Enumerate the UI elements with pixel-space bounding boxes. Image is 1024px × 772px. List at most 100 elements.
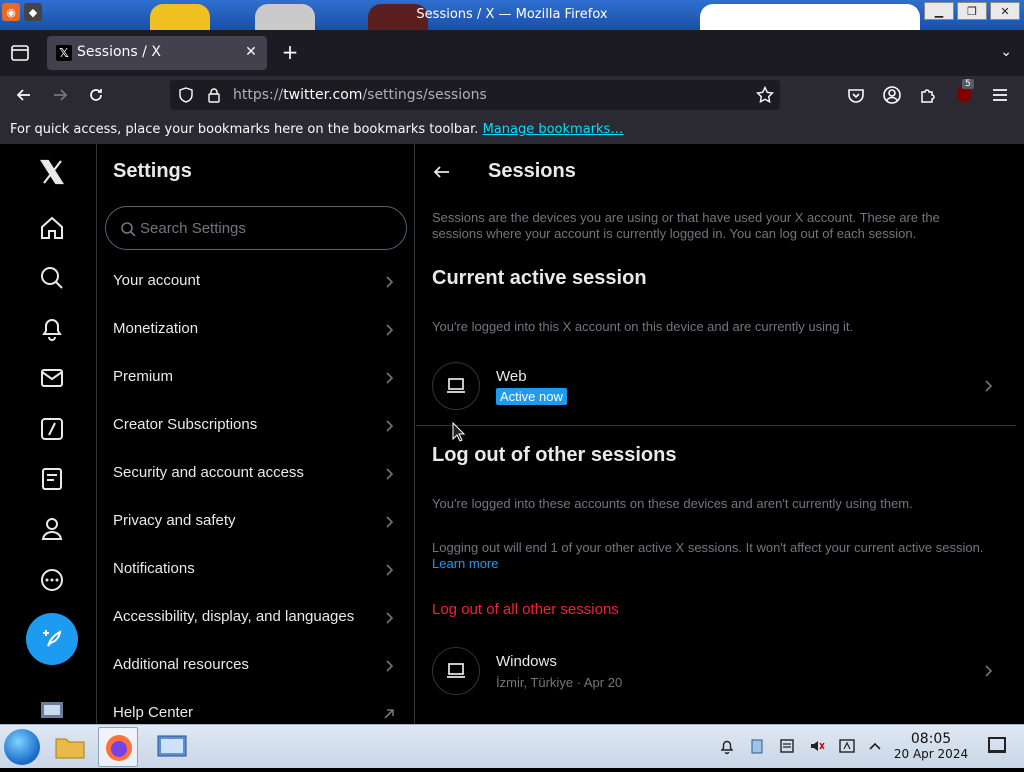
start-button[interactable] [4, 729, 40, 765]
tab-close-icon[interactable]: ✕ [243, 44, 259, 60]
account-avatar-icon[interactable] [38, 696, 66, 724]
settings-item-label: Accessibility, display, and languages [113, 608, 355, 625]
list-all-tabs-icon[interactable]: ⌄ [1000, 44, 1012, 60]
nav-bar: https://twitter.com/settings/sessions 5 [0, 76, 1024, 114]
chevron-right-icon [386, 276, 394, 288]
reload-icon[interactable] [86, 85, 106, 105]
taskbar-file-manager[interactable] [50, 727, 90, 767]
close-window-button[interactable]: ✕ [990, 2, 1020, 20]
settings-item-notifications[interactable]: Notifications [97, 546, 415, 594]
x-favicon-icon: 𝕏 [56, 45, 72, 61]
notifications-icon[interactable] [38, 314, 66, 342]
lists-icon[interactable] [38, 465, 66, 493]
url-prefix: https:// [233, 87, 284, 103]
folder-icon [55, 738, 85, 759]
firefox-icon [106, 735, 132, 761]
more-icon[interactable] [38, 566, 66, 594]
settings-item-label: Additional resources [113, 656, 249, 673]
taskbar-clock[interactable]: 08:05 20 Apr 2024 [892, 731, 970, 762]
clipboard-tray-icon[interactable] [748, 737, 766, 755]
computer-icon [157, 735, 187, 757]
chevron-right-icon [386, 420, 394, 432]
settings-item-premium[interactable]: Premium [97, 354, 415, 402]
settings-item-creator-subscriptions[interactable]: Creator Subscriptions [97, 402, 415, 450]
account-icon[interactable] [882, 85, 902, 105]
chevron-right-icon [386, 564, 394, 576]
chevron-up-icon[interactable] [866, 737, 884, 755]
settings-item-accessibility[interactable]: Accessibility, display, and languages [97, 594, 415, 642]
learn-more-link[interactable]: Learn more [432, 556, 498, 571]
settings-item-help-center[interactable]: Help Center [97, 690, 415, 724]
compose-post-button[interactable] [26, 613, 78, 665]
sessions-column: Sessions Sessions are the devices you ar… [416, 144, 1016, 724]
current-session-heading: Current active session [432, 267, 647, 289]
lock-icon[interactable] [206, 87, 222, 103]
volume-muted-icon[interactable] [808, 737, 826, 755]
settings-item-label: Monetization [113, 320, 199, 337]
settings-column: Settings Your account Monetization Premi… [97, 144, 415, 724]
url-bar[interactable]: https://twitter.com/settings/sessions [170, 80, 780, 110]
back-arrow-icon[interactable] [432, 162, 452, 182]
window-title: Sessions / X — Mozilla Firefox [416, 7, 608, 22]
sessions-title: Sessions [488, 160, 576, 182]
other-sessions-heading: Log out of other sessions [432, 444, 677, 466]
active-now-badge: Active now [496, 388, 567, 405]
logout-note: Logging out will end 1 of your other act… [432, 540, 992, 572]
laptop-icon [432, 647, 480, 695]
tab-title: Sessions / X [77, 44, 161, 60]
url-text[interactable]: https://twitter.com/settings/sessions [233, 87, 487, 103]
settings-title: Settings [113, 160, 192, 182]
back-icon[interactable] [14, 85, 34, 105]
ublock-extension-icon[interactable]: 5 [954, 79, 974, 105]
settings-item-label: Premium [113, 368, 174, 385]
chevron-right-icon [386, 372, 394, 384]
session-row-current[interactable]: Web Active now [416, 354, 1016, 418]
taskbar-system-app[interactable] [152, 727, 192, 767]
session-device-name: Windows [496, 653, 557, 670]
bookmark-star-icon[interactable] [756, 86, 774, 104]
storage-tray-icon[interactable] [778, 737, 796, 755]
firefox-view-icon[interactable] [10, 43, 30, 63]
chevron-right-icon [386, 468, 394, 480]
session-device-name: Web [496, 368, 527, 385]
forward-icon[interactable] [50, 85, 70, 105]
grok-icon[interactable] [38, 415, 66, 443]
bookmarks-hint: For quick access, place your bookmarks h… [10, 122, 623, 137]
url-host: twitter.com [283, 87, 363, 103]
settings-item-monetization[interactable]: Monetization [97, 306, 415, 354]
session-location-date: İzmir, Türkiye · Apr 20 [496, 675, 623, 690]
notification-bell-icon[interactable] [718, 737, 736, 755]
profile-icon[interactable] [38, 515, 66, 543]
new-tab-button[interactable]: + [280, 42, 300, 62]
maximize-button[interactable]: ❐ [957, 2, 987, 20]
settings-item-additional-resources[interactable]: Additional resources [97, 642, 415, 690]
settings-item-label: Your account [113, 272, 201, 289]
pocket-icon[interactable] [846, 85, 866, 105]
feather-plus-icon [43, 630, 62, 647]
extension-badge: 5 [962, 79, 974, 89]
hamburger-menu-icon[interactable] [990, 85, 1010, 105]
settings-item-label: Help Center [113, 704, 194, 721]
extensions-icon[interactable] [918, 85, 938, 105]
settings-item-your-account[interactable]: Your account [97, 258, 415, 306]
show-desktop-button[interactable] [988, 737, 1006, 753]
manage-bookmarks-link[interactable]: Manage bookmarks… [483, 122, 624, 137]
tracking-shield-icon[interactable] [178, 87, 194, 103]
chevron-right-icon [386, 516, 394, 528]
settings-search-input[interactable] [140, 217, 390, 239]
logout-all-sessions-button[interactable]: Log out of all other sessions [432, 601, 619, 618]
settings-search[interactable] [105, 206, 407, 250]
session-row-windows[interactable]: Windows İzmir, Türkiye · Apr 20 [416, 639, 1016, 703]
search-icon[interactable] [38, 264, 66, 292]
home-icon[interactable] [38, 214, 66, 242]
settings-item-security[interactable]: Security and account access [97, 450, 415, 498]
settings-item-privacy[interactable]: Privacy and safety [97, 498, 415, 546]
taskbar-firefox[interactable] [98, 727, 138, 767]
tab-sessions[interactable]: 𝕏 Sessions / X ✕ [47, 36, 267, 70]
x-logo-icon[interactable] [38, 158, 66, 186]
messages-icon[interactable] [38, 364, 66, 392]
primary-nav [0, 144, 97, 724]
minimize-button[interactable]: ▁ [924, 2, 954, 20]
keyboard-layout-icon[interactable] [838, 737, 856, 755]
window-titlebar: ◉ ◆ Sessions / X — Mozilla Firefox ▁ ❐ ✕ [0, 0, 1024, 30]
